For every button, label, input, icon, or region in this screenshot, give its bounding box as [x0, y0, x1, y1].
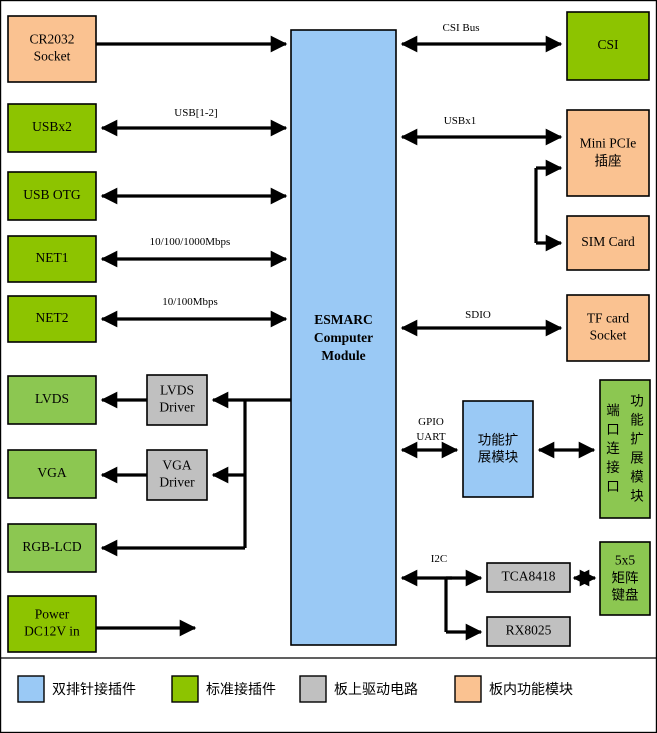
legend-header-connector-swatch: [17, 675, 45, 703]
legend-standard-connector-label: 标准接插件: [206, 681, 276, 698]
node-rx8025-label: RX8025: [506, 623, 552, 638]
legend-layer: 双排针接插件 标准接插件 板上驱动电路 板内功能模块: [17, 675, 573, 703]
legend-onboard-function-label: 板内功能模块: [489, 682, 573, 698]
node-rx8025[interactable]: RX8025: [486, 616, 571, 647]
node-func_port-char: 连: [606, 441, 620, 457]
edge-label-gpio: GPIO: [418, 416, 444, 428]
edge-label-eth2: 10/100Mbps: [162, 296, 218, 308]
diagram-svg: ESMARC Computer Module CR2032 Socket USBx2…: [0, 0, 657, 733]
node-csi[interactable]: CSI: [566, 11, 650, 81]
node-func_port-char: 能: [630, 413, 644, 429]
node-sim_card-label: SIM Card: [581, 234, 635, 249]
node-usb_otg-label: USB OTG: [23, 187, 81, 202]
edge-label-usbx1: USBx1: [444, 115, 476, 127]
node-func_port-char: 模: [630, 470, 644, 486]
node-lvds-label: LVDS: [35, 391, 69, 406]
node-func_port-char: 功: [630, 394, 644, 410]
node-func_port-char: 端: [606, 403, 620, 419]
legend-header-connector-label: 双排针接插件: [52, 681, 136, 698]
node-tca8418[interactable]: TCA8418: [486, 562, 571, 593]
node-keypad[interactable]: 5x5 矩阵键盘: [599, 541, 651, 616]
node-vga-label: VGA: [37, 465, 66, 480]
legend-onboard-driver-swatch: [299, 675, 327, 703]
edge-label-usb12: USB[1-2]: [174, 107, 217, 119]
node-cr2032-label: CR2032: [29, 32, 74, 47]
node-mini_pcie-label: Mini PCIe: [580, 136, 637, 151]
edge-label-uart: UART: [416, 431, 446, 443]
edge-label-eth1: 10/100/1000Mbps: [150, 236, 231, 248]
legend-onboard-driver: 板上驱动电路: [299, 675, 418, 703]
node-func_port-char: 接: [606, 459, 620, 476]
node-tca8418-label: TCA8418: [502, 569, 556, 584]
node-net1-label: NET1: [36, 250, 69, 265]
node-vga_driver-label: VGA: [162, 458, 191, 473]
esmarc-core-label-line1: ESMARC: [314, 312, 373, 327]
node-tf_card-label: TF card: [587, 311, 630, 326]
node-func_port-char: 口: [606, 479, 620, 495]
node-lvds_driver-label: LVDS: [160, 383, 194, 398]
block-diagram-canvas: ESMARC Computer Module CR2032 Socket USBx2…: [0, 0, 657, 733]
node-func_module-label: 功能扩: [478, 433, 519, 449]
node-func_port-char: 展: [630, 451, 644, 467]
edge-label-sdio: SDIO: [465, 309, 491, 321]
node-func_port[interactable]: 功能扩展模块端口连接口: [599, 379, 651, 519]
node-mini_pcie[interactable]: Mini PCIe 插座: [566, 109, 650, 197]
node-net2-label: NET2: [36, 310, 69, 325]
node-net1[interactable]: NET1: [7, 235, 97, 283]
node-vga[interactable]: VGA: [7, 449, 97, 499]
node-lvds[interactable]: LVDS: [7, 375, 97, 425]
node-func_module-label: 展模块: [478, 450, 519, 466]
node-esmarc-core[interactable]: ESMARC Computer Module: [290, 29, 397, 646]
legend-header-connector: 双排针接插件: [17, 675, 136, 703]
node-func_port-char: 扩: [630, 432, 644, 448]
node-func_port-char: 口: [606, 422, 620, 438]
node-func_port-char: 块: [630, 489, 644, 505]
esmarc-core-label-line2: Computer: [314, 330, 373, 345]
node-mini_pcie-label: 插座: [595, 154, 622, 170]
node-vga_driver[interactable]: VGA Driver: [146, 449, 208, 501]
node-usb_otg[interactable]: USB OTG: [7, 171, 97, 221]
node-sim_card[interactable]: SIM Card: [566, 215, 650, 271]
node-tf_card[interactable]: TF card Socket: [566, 294, 650, 362]
edge-label-i2c: I2C: [431, 553, 448, 565]
node-keypad-label: 键盘: [612, 587, 639, 604]
node-tf_card-label: Socket: [590, 328, 627, 343]
node-power[interactable]: Power DC12V in: [7, 595, 97, 653]
legend-onboard-driver-label: 板上驱动电路: [334, 682, 418, 698]
legend-standard-connector-swatch: [171, 675, 199, 703]
node-net2[interactable]: NET2: [7, 295, 97, 343]
node-cr2032[interactable]: CR2032 Socket: [7, 15, 97, 83]
node-lvds_driver-label: Driver: [159, 400, 195, 415]
node-csi-label: CSI: [597, 37, 619, 52]
node-cr2032-label: Socket: [34, 49, 71, 64]
node-rgb_lcd[interactable]: RGB-LCD: [7, 523, 97, 573]
node-usbx2[interactable]: USBx2: [7, 103, 97, 153]
legend-standard-connector: 标准接插件: [171, 675, 276, 703]
legend-onboard-function: 板内功能模块: [454, 675, 573, 703]
node-power-label: DC12V in: [24, 624, 80, 639]
node-keypad-label: 5x5: [615, 553, 636, 568]
esmarc-core-label-line3: Module: [321, 348, 365, 363]
edge-label-csi_bus: CSI Bus: [443, 22, 480, 34]
node-usbx2-label: USBx2: [32, 119, 72, 134]
legend-onboard-function-swatch: [454, 675, 482, 703]
node-lvds_driver[interactable]: LVDS Driver: [146, 374, 208, 426]
node-vga_driver-label: Driver: [159, 475, 195, 490]
node-power-label: Power: [35, 607, 70, 622]
node-func_module[interactable]: 功能扩展模块: [462, 400, 534, 498]
node-keypad-label: 矩阵: [612, 571, 639, 587]
node-rgb_lcd-label: RGB-LCD: [22, 539, 82, 554]
